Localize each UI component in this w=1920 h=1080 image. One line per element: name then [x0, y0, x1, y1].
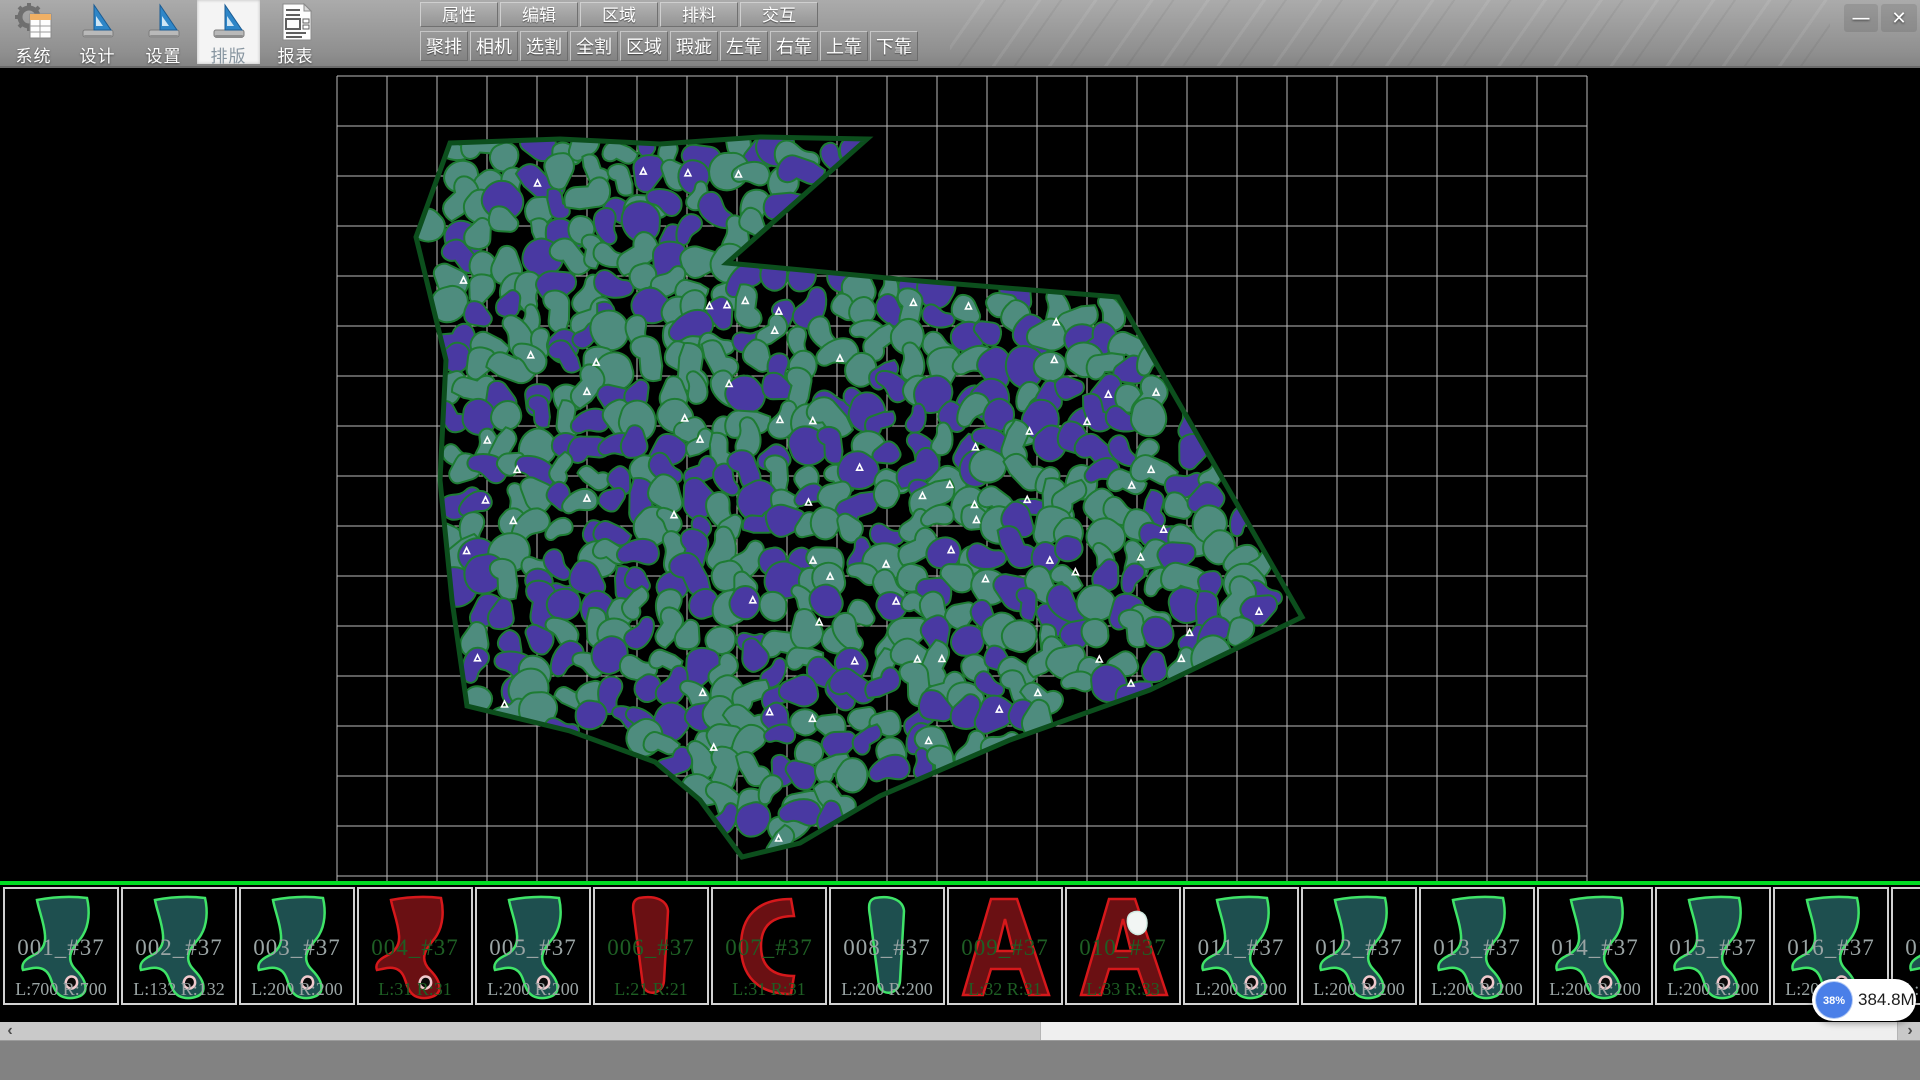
gear-table-icon: [14, 2, 54, 42]
main-button-report[interactable]: 报表: [264, 0, 327, 64]
application-window: 系统设计设置排版报表 属性编辑区域排料交互 聚排相机选割全割区域瑕疵左靠右靠上靠…: [0, 0, 1920, 1080]
scrollbar-thumb[interactable]: [1040, 1022, 1898, 1040]
strip-separator-line: [0, 881, 1920, 885]
set-square-icon: [144, 2, 184, 42]
part-name-label: 006_#37: [595, 935, 707, 961]
tab-4[interactable]: 排料: [660, 2, 738, 27]
part-lr-label: L:200 R:200: [1303, 979, 1415, 1000]
action-button-5[interactable]: 区域: [620, 31, 668, 61]
part-thumbnail-014_#37[interactable]: 014_#37 L:200 R:200: [1537, 887, 1653, 1005]
part-thumbnail-003_#37[interactable]: 003_#37 L:200 R:200: [239, 887, 355, 1005]
part-thumbnail-011_#37[interactable]: 011_#37 L:200 R:200: [1183, 887, 1299, 1005]
part-lr-label: L:200 R:200: [1421, 979, 1533, 1000]
set-square-icon: [209, 2, 249, 42]
part-lr-label: L:32 R:31: [949, 979, 1061, 1000]
part-lr-label: L:200 R:200: [1185, 979, 1297, 1000]
action-button-10[interactable]: 下靠: [870, 31, 918, 61]
part-name-label: 003_#37: [241, 935, 353, 961]
minimize-button[interactable]: —: [1844, 4, 1878, 32]
action-button-2[interactable]: 相机: [470, 31, 518, 61]
part-lr-label: L:132 R:132: [123, 979, 235, 1000]
part-thumbnail-007_#37[interactable]: 007_#37 L:31 R:31: [711, 887, 827, 1005]
part-thumbnail-006_#37[interactable]: 006_#37 L:21 R:21: [593, 887, 709, 1005]
progress-circle: 38%: [1815, 981, 1853, 1019]
tab-3[interactable]: 区域: [580, 2, 658, 27]
part-thumbnail-008_#37[interactable]: 008_#37 L:200 R:200: [829, 887, 945, 1005]
part-name-label: 017_#37: [1893, 935, 1920, 961]
horizontal-scrollbar[interactable]: ‹ ›: [0, 1022, 1920, 1040]
part-thumbnail-001_#37[interactable]: 001_#37 L:700 R:700: [3, 887, 119, 1005]
toolbar: 系统设计设置排版报表 属性编辑区域排料交互 聚排相机选割全割区域瑕疵左靠右靠上靠…: [0, 0, 1920, 68]
part-thumbnail-009_#37[interactable]: 009_#37 L:32 R:31: [947, 887, 1063, 1005]
part-name-label: 008_#37: [831, 935, 943, 961]
part-name-label: 007_#37: [713, 935, 825, 961]
tab-2[interactable]: 编辑: [500, 2, 578, 27]
part-lr-label: L:200 R:200: [477, 979, 589, 1000]
download-size-label: 384.8M: [1858, 979, 1915, 1021]
main-button-layout[interactable]: 排版: [197, 0, 260, 64]
part-thumbnail-010_#37[interactable]: 010_#37 L:33 R:33: [1065, 887, 1181, 1005]
action-button-7[interactable]: 左靠: [720, 31, 768, 61]
action-button-4[interactable]: 全割: [570, 31, 618, 61]
action-button-8[interactable]: 右靠: [770, 31, 818, 61]
main-button-label: 系统: [2, 42, 65, 67]
part-lr-label: L:700 R:700: [5, 979, 117, 1000]
part-name-label: 016_#37: [1775, 935, 1887, 961]
tab-1[interactable]: 属性: [420, 2, 498, 27]
part-thumbnail-013_#37[interactable]: 013_#37 L:200 R:200: [1419, 887, 1535, 1005]
part-lr-label: L:200 R:200: [831, 979, 943, 1000]
main-button-label: 报表: [264, 42, 327, 67]
nesting-canvas[interactable]: [0, 68, 1920, 881]
part-lr-label: L:200 R:200: [241, 979, 353, 1000]
main-button-label: 设计: [66, 42, 129, 67]
part-thumbnail-004_#37[interactable]: 004_#37 L:31 R:31: [357, 887, 473, 1005]
close-button[interactable]: ✕: [1881, 4, 1917, 32]
part-lr-label: L:200 R:200: [1657, 979, 1769, 1000]
part-thumbnail-012_#37[interactable]: 012_#37 L:200 R:200: [1301, 887, 1417, 1005]
toolbar-decoration: [950, 0, 1830, 66]
part-thumbnail-015_#37[interactable]: 015_#37 L:200 R:200: [1655, 887, 1771, 1005]
part-name-label: 015_#37: [1657, 935, 1769, 961]
part-name-label: 011_#37: [1185, 935, 1297, 961]
part-lr-label: L:31 R:31: [359, 979, 471, 1000]
action-button-1[interactable]: 聚排: [420, 31, 468, 61]
window-bottom-edge: [0, 1040, 1920, 1080]
part-lr-label: L:33 R:33: [1067, 979, 1179, 1000]
main-button-settings[interactable]: 设置: [132, 0, 195, 64]
part-name-label: 013_#37: [1421, 935, 1533, 961]
part-name-label: 005_#37: [477, 935, 589, 961]
main-button-label: 排版: [197, 42, 260, 67]
report-icon: [276, 2, 316, 42]
part-name-label: 009_#37: [949, 935, 1061, 961]
part-lr-label: L:200 R:200: [1539, 979, 1651, 1000]
parts-strip: 001_#37L:700 R:700002_#37L:132 R:132003_…: [0, 881, 1920, 1022]
main-button-system[interactable]: 系统: [2, 0, 65, 64]
scroll-left-arrow-icon[interactable]: ‹: [0, 1022, 20, 1040]
part-name-label: 012_#37: [1303, 935, 1415, 961]
part-name-label: 010_#37: [1067, 935, 1179, 961]
scroll-right-arrow-icon[interactable]: ›: [1900, 1022, 1920, 1040]
download-progress-badge[interactable]: 38% 384.8M: [1812, 979, 1916, 1021]
part-name-label: 004_#37: [359, 935, 471, 961]
part-name-label: 001_#37: [5, 935, 117, 961]
action-button-6[interactable]: 瑕疵: [670, 31, 718, 61]
part-thumbnail-002_#37[interactable]: 002_#37 L:132 R:132: [121, 887, 237, 1005]
tab-5[interactable]: 交互: [740, 2, 818, 27]
action-button-3[interactable]: 选割: [520, 31, 568, 61]
part-lr-label: L:21 R:21: [595, 979, 707, 1000]
part-name-label: 002_#37: [123, 935, 235, 961]
main-button-design[interactable]: 设计: [66, 0, 129, 64]
part-name-label: 014_#37: [1539, 935, 1651, 961]
set-square-icon: [78, 2, 118, 42]
part-lr-label: L:31 R:31: [713, 979, 825, 1000]
part-thumbnail-005_#37[interactable]: 005_#37 L:200 R:200: [475, 887, 591, 1005]
action-button-9[interactable]: 上靠: [820, 31, 868, 61]
main-button-label: 设置: [132, 42, 195, 67]
